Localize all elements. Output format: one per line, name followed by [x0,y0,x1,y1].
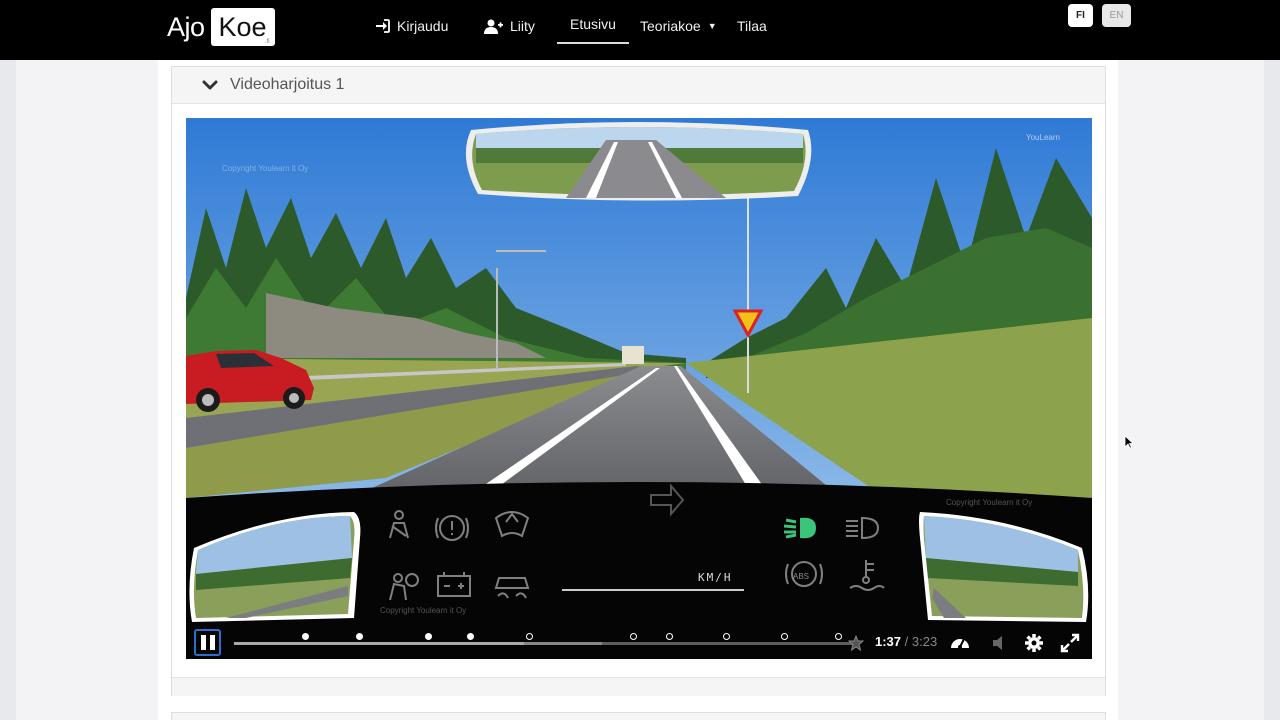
chapter-marker[interactable] [630,633,638,640]
speed-readout-line [562,589,744,591]
logo-text-ajo: Ajo [167,11,205,42]
chapter-marker[interactable] [835,633,842,640]
progress-played [234,642,531,645]
language-fi-button[interactable]: FI [1068,4,1093,27]
nav-register-label: Liity [510,18,535,34]
volume-muted-icon[interactable] [989,632,1011,654]
logo-domain-suffix: .fi [264,39,270,45]
nav-order-label: Tilaa [737,18,767,34]
progress-buffered [524,642,602,645]
chapter-marker[interactable] [355,633,363,640]
pause-button[interactable] [194,629,221,656]
video-watermark-brand: YouLearn [1026,133,1060,142]
chapter-marker[interactable] [526,633,534,640]
chapter-marker[interactable] [466,633,474,640]
logo-text-koe-box: Koe .fi [210,8,275,46]
fullscreen-icon[interactable] [1059,632,1081,654]
nav-home[interactable]: Etusivu [557,16,629,44]
speedometer-icon[interactable] [949,632,971,654]
nav-theory-test-label: Teoriakoe [640,18,701,34]
duration: 3:23 [911,634,938,649]
panel-footer [172,677,1105,696]
rear-view-mirror [465,122,812,201]
nav-login-label: Kirjaudu [397,18,449,34]
panel-title: Videoharjoitus 1 [230,76,345,93]
speed-unit-label: KM/H [698,571,733,584]
video-watermark-copyright-top: Copyright Youlearn it Oy [222,164,308,173]
panel-heading[interactable]: Videoharjoitus 1 [172,67,1105,104]
chevron-down-icon[interactable] [202,78,218,92]
chapter-marker[interactable] [666,633,674,640]
nav-register[interactable]: Liity [484,16,535,36]
chapter-marker[interactable] [781,633,789,640]
video-controls: 1:37 / 3:23 [186,626,1092,659]
caret-down-icon: ▼ [707,21,717,31]
nav-login[interactable]: Kirjaudu [375,16,448,36]
language-en-button[interactable]: EN [1102,4,1131,27]
abs-label: ABS [793,572,809,581]
logo-text-koe: Koe [218,12,267,42]
pause-icon-bar-left [200,635,206,650]
sign-in-icon [376,19,390,33]
top-navbar: Ajo Koe .fi Kirjaudu Liity Etusivu Teori… [0,0,1280,60]
site-logo[interactable]: Ajo Koe .fi [167,8,275,46]
settings-gear-icon[interactable] [1023,632,1045,654]
nav-home-label: Etusivu [570,16,616,32]
mouse-cursor-icon [1124,435,1134,449]
current-time: 1:37 [875,634,902,649]
nav-theory-test[interactable]: Teoriakoe ▼ [640,16,717,36]
chapter-marker[interactable] [301,633,309,640]
video-player[interactable]: Copyright Youlearn it Oy YouLearn KM/H A… [186,118,1092,659]
time-separator: / [901,634,912,649]
star-icon[interactable] [848,635,864,651]
video-watermark-copyright-bottom-left: Copyright Youlearn it Oy [380,606,466,615]
chapter-marker[interactable] [424,633,432,640]
pause-icon-bar-right [209,635,215,650]
driving-scene-image: Copyright Youlearn it Oy YouLearn [186,118,1092,518]
next-panel [171,712,1106,720]
progress-track[interactable] [234,633,854,645]
user-plus-icon [484,19,503,34]
chapter-marker[interactable] [723,633,731,640]
video-watermark-copyright-bottom-right: Copyright Youlearn it Oy [946,498,1032,507]
time-display: 1:37 / 3:23 [875,634,937,649]
nav-order[interactable]: Tilaa [737,16,767,36]
